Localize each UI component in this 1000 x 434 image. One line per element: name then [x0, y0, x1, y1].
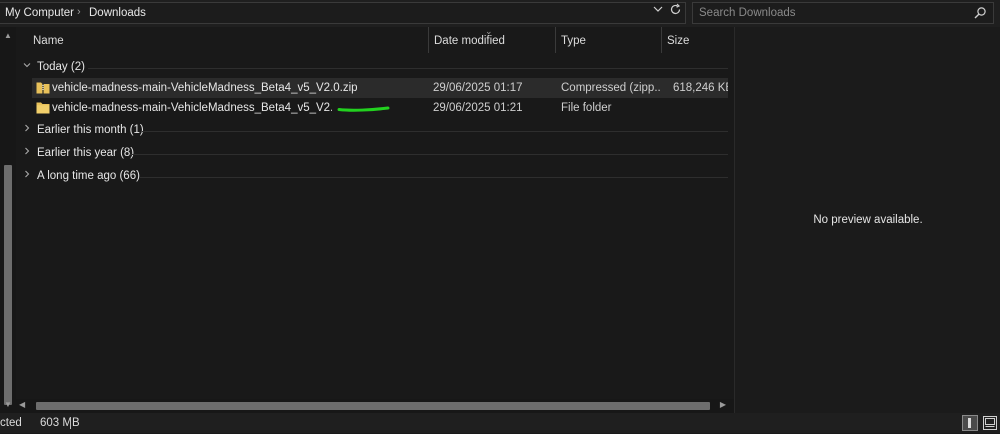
column-size-label: Size — [667, 35, 690, 47]
status-bar: cted 603 MB — [0, 413, 1000, 433]
preview-pane: No preview available. — [734, 27, 1000, 413]
chevron-down-icon[interactable] — [22, 60, 32, 73]
status-selection-size: 603 MB — [40, 417, 80, 429]
group-divider — [142, 131, 728, 132]
chevron-right-icon[interactable] — [22, 123, 32, 136]
file-type: File folder — [561, 102, 612, 114]
column-name-label: Name — [33, 35, 64, 47]
column-date-modified[interactable]: ⌄ Date modified — [429, 26, 555, 53]
refresh-icon[interactable] — [667, 3, 683, 19]
column-header: Name ⌄ Date modified Type Size — [16, 26, 734, 53]
group-earlier-this-year[interactable]: Earlier this year (8) — [16, 143, 728, 163]
group-earlier-this-month[interactable]: Earlier this month (1) — [16, 120, 728, 140]
vertical-scrollbar[interactable]: ▲ ▼ — [0, 27, 16, 413]
preview-message: No preview available. — [813, 214, 923, 226]
file-type: Compressed (zipp... — [561, 82, 661, 94]
column-size[interactable]: Size — [662, 27, 728, 53]
group-label: Earlier this month (1) — [37, 124, 144, 136]
column-date-label: Date modified — [434, 35, 505, 47]
file-size: 618,246 KB — [673, 82, 728, 94]
group-a-long-time-ago[interactable]: A long time ago (66) — [16, 166, 728, 186]
address-dropdown-chevron-icon[interactable] — [651, 4, 665, 18]
scrollbar-thumb[interactable] — [36, 402, 710, 410]
file-name: vehicle-madness-main-VehicleMadness_Beta… — [52, 82, 358, 94]
scroll-down-arrow-icon[interactable]: ▼ — [4, 400, 12, 409]
chevron-right-icon[interactable] — [22, 146, 32, 159]
breadcrumb[interactable]: My Computer › Downloads — [0, 2, 686, 24]
status-selection-text: cted — [0, 417, 22, 429]
scroll-up-arrow-icon[interactable]: ▲ — [4, 31, 12, 40]
status-divider — [70, 417, 71, 429]
file-name: vehicle-madness-main-VehicleMadness_Beta… — [52, 102, 332, 114]
file-date: 29/06/2025 01:17 — [433, 82, 523, 94]
search-icon[interactable] — [972, 5, 988, 21]
file-row[interactable]: vehicle-madness-main-VehicleMadness_Beta… — [32, 98, 728, 118]
breadcrumb-downloads[interactable]: Downloads — [89, 7, 146, 19]
group-label: A long time ago (66) — [37, 170, 140, 182]
chevron-right-icon: › — [77, 6, 81, 18]
column-type-label: Type — [561, 35, 586, 47]
scrollbar-thumb[interactable] — [4, 165, 12, 405]
group-label: Earlier this year (8) — [37, 147, 135, 159]
file-date: 29/06/2025 01:21 — [433, 102, 523, 114]
breadcrumb-my-computer[interactable]: My Computer — [5, 7, 74, 19]
group-label: Today (2) — [37, 61, 85, 73]
file-list: Name ⌄ Date modified Type Size Today (2)… — [16, 26, 734, 413]
horizontal-scrollbar[interactable]: ◀ ▶ — [16, 399, 734, 413]
column-type[interactable]: Type — [556, 27, 661, 53]
chevron-right-icon[interactable] — [22, 169, 32, 182]
group-divider — [140, 177, 728, 178]
address-bar: My Computer › Downloads Search Downloads — [0, 0, 1000, 28]
green-highlight-underline — [337, 104, 391, 116]
search-input[interactable]: Search Downloads — [692, 2, 994, 24]
large-icons-view-icon[interactable] — [982, 415, 998, 431]
scroll-left-arrow-icon[interactable]: ◀ — [19, 400, 25, 409]
folder-icon — [36, 101, 50, 114]
group-divider — [130, 154, 728, 155]
details-view-icon[interactable] — [962, 415, 978, 431]
zip-folder-icon — [36, 81, 50, 94]
group-divider — [88, 68, 728, 69]
group-today[interactable]: Today (2) — [16, 57, 728, 77]
file-row[interactable]: vehicle-madness-main-VehicleMadness_Beta… — [32, 78, 728, 98]
scroll-right-arrow-icon[interactable]: ▶ — [720, 400, 726, 409]
search-placeholder: Search Downloads — [699, 7, 796, 19]
column-name[interactable]: Name — [28, 27, 428, 53]
